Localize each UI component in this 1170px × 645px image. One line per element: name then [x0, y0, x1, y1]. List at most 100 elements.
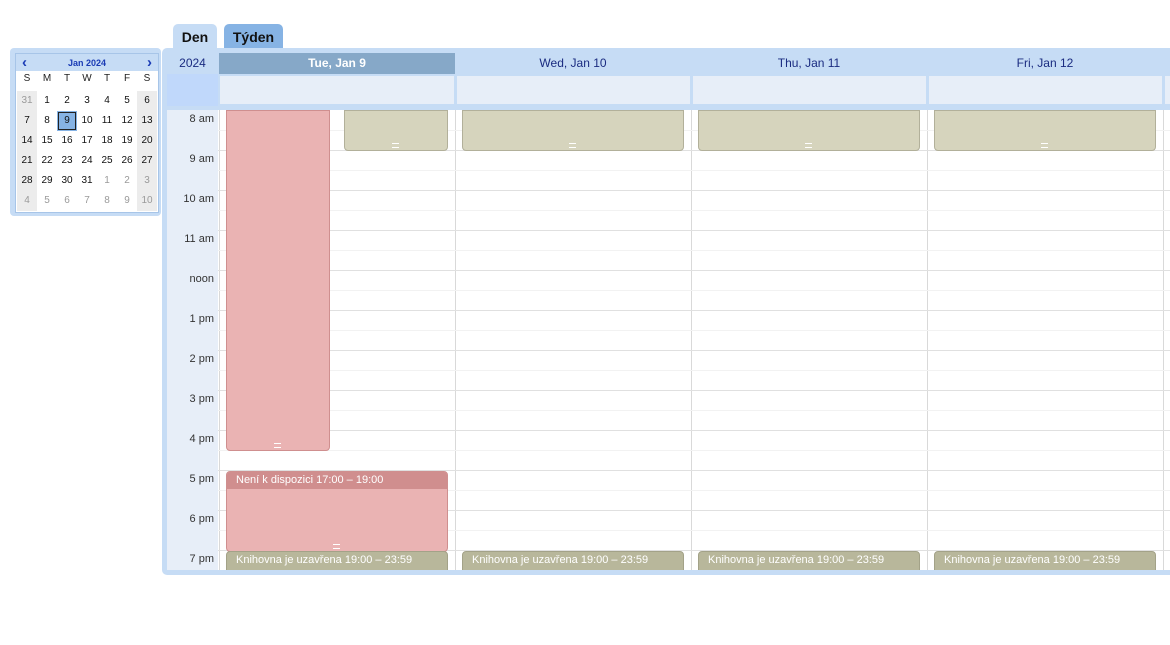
mini-calendar-day[interactable]: 22: [37, 151, 57, 171]
mini-calendar-day[interactable]: 21: [17, 151, 37, 171]
all-day-cell[interactable]: [693, 76, 926, 104]
half-hour-gridline: [218, 250, 1170, 251]
resize-handle-icon[interactable]: [333, 544, 340, 549]
event-library-closed-evening[interactable]: Knihovna je uzavřena 19:00 – 23:59: [698, 551, 920, 570]
mini-calendar-day[interactable]: 6: [137, 91, 157, 111]
event-library-closed-evening[interactable]: Knihovna je uzavřena 19:00 – 23:59: [226, 551, 448, 570]
half-hour-gridline: [218, 210, 1170, 211]
day-column-divider: [1163, 110, 1164, 570]
mini-calendar-day[interactable]: 5: [37, 191, 57, 211]
mini-calendar-day[interactable]: 10: [77, 111, 97, 131]
mini-calendar-day[interactable]: 10: [137, 191, 157, 211]
event-unavailable[interactable]: [226, 110, 330, 451]
mini-calendar-day[interactable]: 26: [117, 151, 137, 171]
mini-calendar-title: Jan 2024: [67, 57, 107, 68]
mini-calendar-day[interactable]: 7: [77, 191, 97, 211]
day-header-thu[interactable]: Thu, Jan 11: [691, 53, 927, 74]
all-day-cell[interactable]: [929, 76, 1162, 104]
tab-week[interactable]: Týden: [224, 24, 283, 50]
mini-calendar-header: ‹ Jan 2024 ›: [16, 54, 158, 71]
mini-calendar-day[interactable]: 4: [17, 191, 37, 211]
weekday-label: W: [82, 73, 92, 84]
mini-calendar-day[interactable]: 7: [17, 111, 37, 131]
mini-calendar-day[interactable]: 13: [137, 111, 157, 131]
mini-calendar-day[interactable]: 30: [57, 171, 77, 191]
next-month-icon[interactable]: ›: [147, 54, 152, 71]
day-header-tue[interactable]: Tue, Jan 9: [219, 53, 455, 74]
mini-calendar-day[interactable]: 8: [97, 191, 117, 211]
mini-calendar-day[interactable]: 11: [97, 111, 117, 131]
hour-label: 2 pm: [189, 353, 214, 365]
mini-calendar-day[interactable]: 31: [77, 171, 97, 191]
day-header-fri[interactable]: Fri, Jan 12: [927, 53, 1163, 74]
all-day-gutter: [167, 74, 218, 106]
event-library-closed[interactable]: [934, 110, 1156, 151]
event-title: Knihovna je uzavřena 19:00 – 23:59: [472, 554, 649, 566]
mini-calendar-day[interactable]: 19: [117, 131, 137, 151]
mini-calendar-day[interactable]: 24: [77, 151, 97, 171]
half-hour-gridline: [218, 290, 1170, 291]
mini-calendar-day[interactable]: 23: [57, 151, 77, 171]
event-unavailable[interactable]: Není k dispozici 17:00 – 19:00: [226, 471, 448, 552]
mini-calendar-day[interactable]: 6: [57, 191, 77, 211]
all-day-cell[interactable]: [220, 76, 454, 104]
hour-label: 8 am: [189, 113, 214, 125]
mini-calendar: ‹ Jan 2024 › S M T W T F S 31 1 2 3 4 5 6 7 8 9 10 11 12 13 1…: [10, 48, 161, 216]
mini-calendar-day[interactable]: 9: [117, 191, 137, 211]
event-library-closed[interactable]: [344, 110, 448, 151]
mini-calendar-day[interactable]: 12: [117, 111, 137, 131]
event-title: Knihovna je uzavřena 19:00 – 23:59: [944, 554, 1121, 566]
prev-month-icon[interactable]: ‹: [22, 54, 27, 71]
mini-calendar-day[interactable]: 3: [137, 171, 157, 191]
half-hour-gridline: [218, 170, 1170, 171]
event-library-closed-evening[interactable]: Knihovna je uzavřena 19:00 – 23:59: [934, 551, 1156, 570]
resize-handle-icon[interactable]: [274, 443, 281, 448]
half-hour-gridline: [218, 330, 1170, 331]
resize-handle-icon[interactable]: [1041, 143, 1048, 148]
mini-calendar-day[interactable]: 20: [137, 131, 157, 151]
mini-calendar-day[interactable]: 3: [77, 91, 97, 111]
resize-handle-icon[interactable]: [569, 143, 576, 148]
weekday-label: T: [103, 73, 111, 84]
all-day-cell[interactable]: [1165, 76, 1170, 104]
mini-calendar-day[interactable]: 18: [97, 131, 117, 151]
hour-label: 7 pm: [189, 553, 214, 565]
event-title: Knihovna je uzavřena 19:00 – 23:59: [708, 554, 885, 566]
half-hour-gridline: [218, 410, 1170, 411]
mini-calendar-day[interactable]: 28: [17, 171, 37, 191]
mini-calendar-day[interactable]: 2: [57, 91, 77, 111]
mini-calendar-day[interactable]: 15: [37, 131, 57, 151]
mini-calendar-day[interactable]: 25: [97, 151, 117, 171]
mini-calendar-day[interactable]: 1: [37, 91, 57, 111]
event-library-closed[interactable]: [698, 110, 920, 151]
resize-handle-icon[interactable]: [392, 143, 399, 148]
hour-gridline: [218, 190, 1170, 191]
day-header-wed[interactable]: Wed, Jan 10: [455, 53, 691, 74]
mini-calendar-day[interactable]: 14: [17, 131, 37, 151]
event-title: Není k dispozici 17:00 – 19:00: [227, 472, 447, 489]
tab-day[interactable]: Den: [173, 24, 217, 50]
mini-calendar-day[interactable]: 2: [117, 171, 137, 191]
week-calendar: 2024 Tue, Jan 9 Wed, Jan 10 Thu, Jan 11 …: [162, 48, 1170, 575]
mini-calendar-day[interactable]: 16: [57, 131, 77, 151]
mini-calendar-day[interactable]: 31: [17, 91, 37, 111]
mini-calendar-day[interactable]: 8: [37, 111, 57, 131]
time-grid[interactable]: Není k dispozici 17:00 – 19:00 Knihovna …: [167, 110, 1170, 570]
mini-calendar-day[interactable]: 1: [97, 171, 117, 191]
weekday-label: F: [123, 73, 131, 84]
hour-label: 11 am: [184, 233, 214, 245]
hour-label: 5 pm: [189, 473, 214, 485]
mini-calendar-day[interactable]: 29: [37, 171, 57, 191]
resize-handle-icon[interactable]: [805, 143, 812, 148]
weekday-label: M: [42, 73, 52, 84]
event-library-closed-evening[interactable]: Knihovna je uzavřena 19:00 – 23:59: [462, 551, 684, 570]
hour-label: 3 pm: [189, 393, 214, 405]
all-day-cell[interactable]: [457, 76, 690, 104]
mini-calendar-day[interactable]: 4: [97, 91, 117, 111]
mini-calendar-day[interactable]: 17: [77, 131, 97, 151]
mini-calendar-day[interactable]: 27: [137, 151, 157, 171]
event-library-closed[interactable]: [462, 110, 684, 151]
hour-gridline: [218, 270, 1170, 271]
mini-calendar-day[interactable]: 9: [57, 111, 77, 131]
mini-calendar-day[interactable]: 5: [117, 91, 137, 111]
